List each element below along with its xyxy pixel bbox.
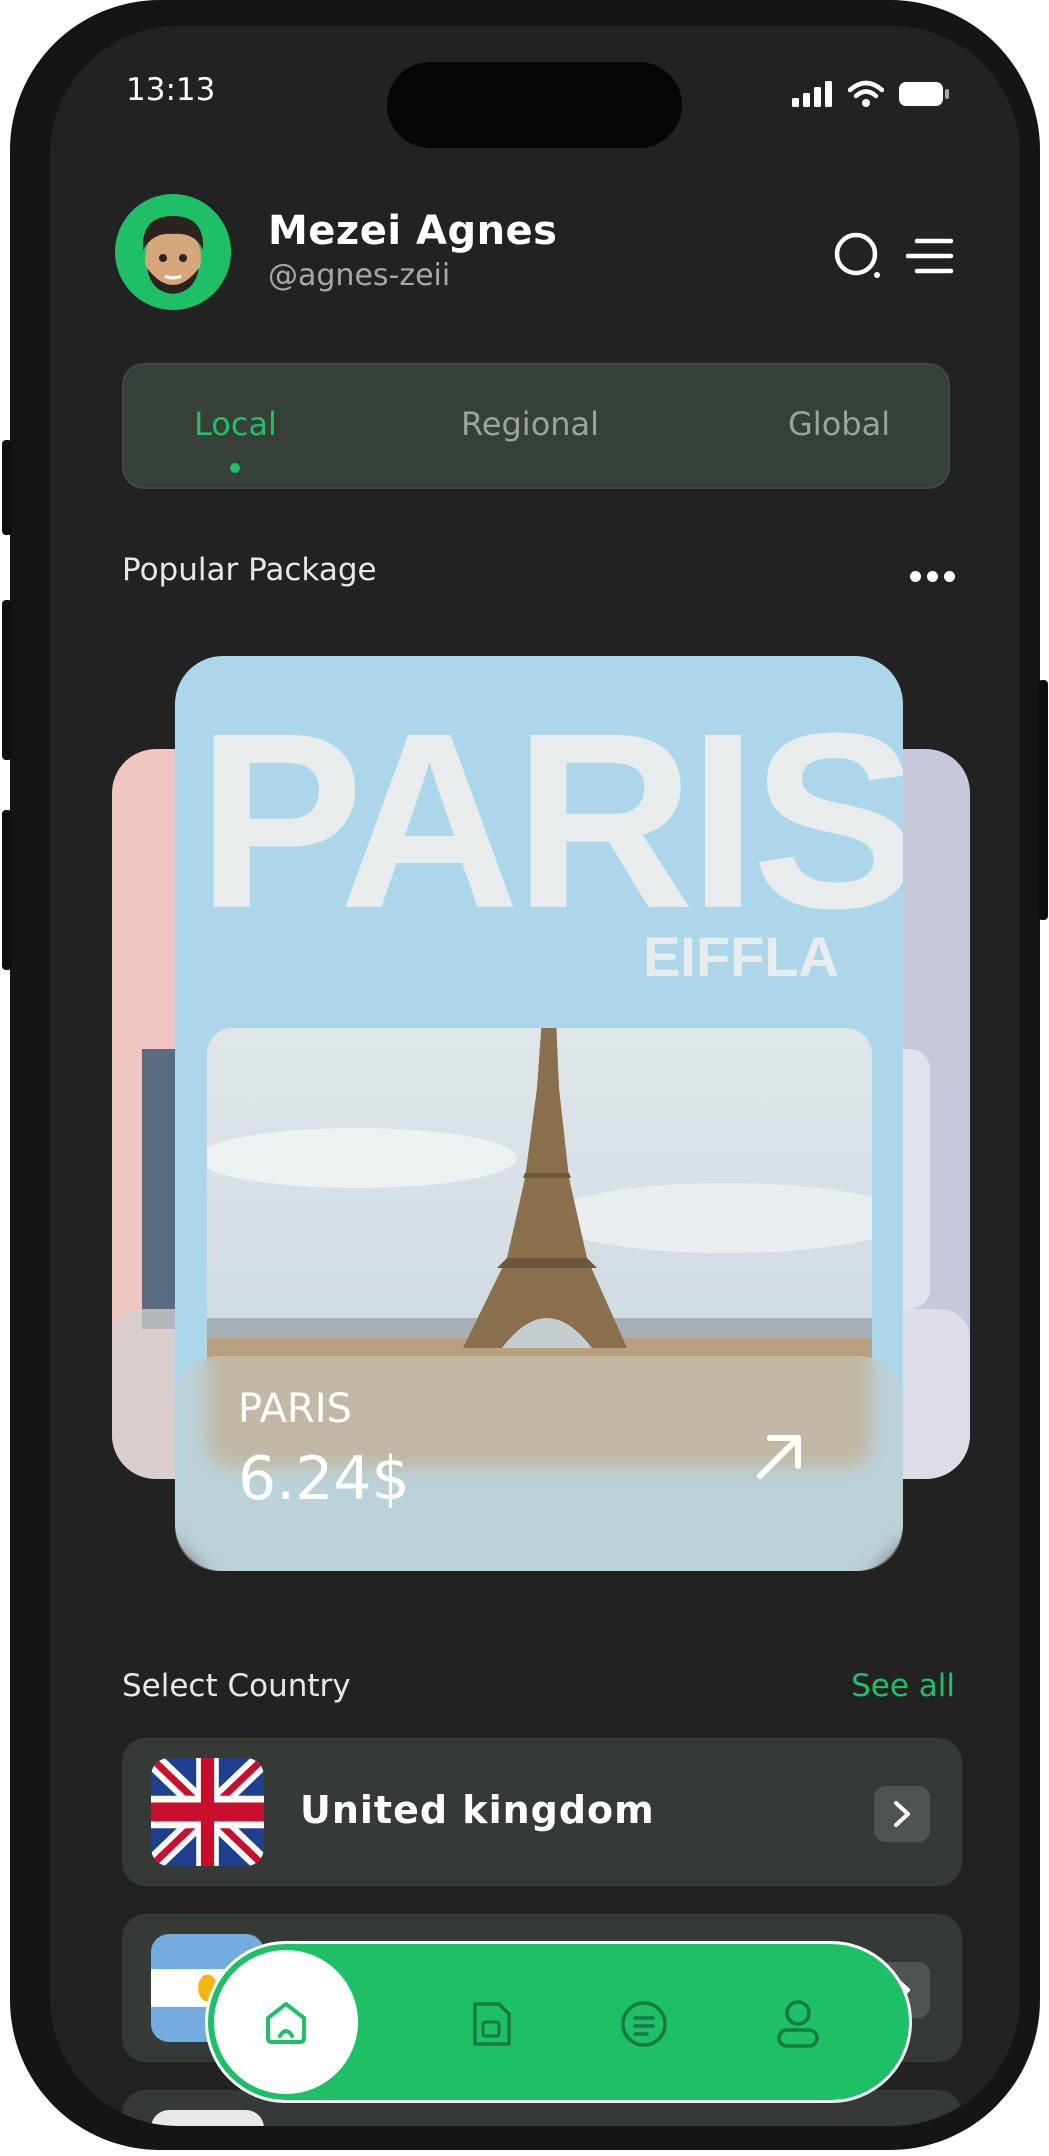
signal-icon (792, 81, 832, 107)
chevron-right-button[interactable] (874, 1786, 930, 1842)
wifi-icon (848, 80, 884, 107)
uk-flag-icon (151, 1758, 264, 1866)
phone-frame: 13:13 Mezei Agnes @agnes-zeii Local Regi… (2, 0, 1048, 2150)
action-button (2, 440, 12, 535)
avatar-face-icon (142, 216, 204, 294)
chevron-right-icon (894, 1801, 910, 1827)
card-price: 6.24$ (238, 1444, 410, 1514)
card-destination: PARIS (238, 1386, 352, 1432)
card-subheadline: EIFFLA (643, 925, 839, 988)
card-headline: PARIS (197, 681, 903, 960)
region-tabs: Local Regional Global (122, 363, 950, 489)
search-button[interactable] (828, 226, 888, 286)
arrow-up-right-icon[interactable] (750, 1426, 810, 1486)
app-screen: 13:13 Mezei Agnes @agnes-zeii Local Regi… (50, 26, 1020, 2126)
bottom-navigation (205, 1941, 912, 2103)
user-name: Mezei Agnes (268, 208, 558, 254)
menu-button[interactable] (900, 226, 960, 286)
avatar[interactable] (115, 194, 231, 310)
volume-down-button (2, 810, 12, 970)
tab-regional[interactable]: Regional (461, 405, 599, 443)
dynamic-island (387, 62, 682, 148)
profile-icon (777, 2000, 819, 2048)
popular-package-title: Popular Package (122, 552, 377, 588)
sim-card-icon (473, 2002, 511, 2046)
nav-profile-button[interactable] (770, 1996, 826, 2052)
flag-icon (151, 2110, 264, 2126)
more-options-button[interactable] (910, 571, 955, 582)
tab-local[interactable]: Local (194, 405, 277, 443)
country-item-uk[interactable]: United kingdom (122, 1738, 962, 1886)
home-icon (266, 2002, 306, 2044)
battery-icon (899, 82, 949, 106)
status-icons (792, 80, 950, 108)
tab-global[interactable]: Global (788, 405, 890, 443)
user-handle: @agnes-zeii (268, 258, 451, 293)
search-icon (834, 232, 880, 278)
see-all-link[interactable]: See all (851, 1668, 955, 1704)
active-tab-indicator (230, 463, 240, 473)
status-time: 13:13 (126, 72, 216, 108)
menu-icon (905, 238, 954, 274)
nav-sim-button[interactable] (463, 1996, 519, 2052)
document-icon (621, 2001, 667, 2047)
power-button (1038, 680, 1048, 920)
package-card-paris[interactable]: PARIS EIFFLA PARIS 6.24$ (175, 656, 903, 1571)
nav-home-button[interactable] (214, 1950, 358, 2094)
country-name: United kingdom (300, 1788, 655, 1832)
volume-up-button (2, 600, 12, 760)
select-country-title: Select Country (122, 1668, 351, 1704)
nav-documents-button[interactable] (616, 1996, 672, 2052)
card-info-panel: PARIS 6.24$ (175, 1356, 903, 1571)
